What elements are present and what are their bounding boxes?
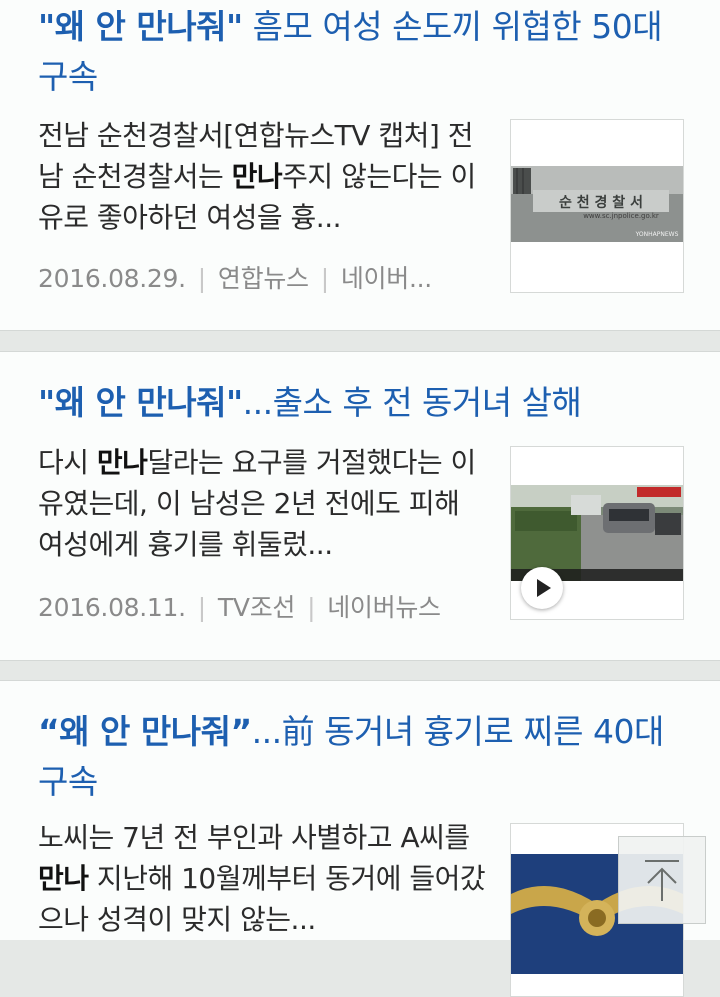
news-snippet: 전남 순천경찰서[연합뉴스TV 캡처] 전남 순천경찰서는 만나주지 않는다는 … (38, 115, 488, 238)
news-meta: 2016.08.29. | 연합뉴스 | 네이버... (38, 264, 432, 293)
news-date: 2016.08.29. (38, 264, 186, 293)
news-date: 2016.08.11. (38, 593, 186, 622)
title-highlight: “왜 안 만나줘” (38, 712, 252, 751)
thumbnail-image: 순 천 경 찰 서 www.sc.jnpolice.go.kr YONHAPNE… (511, 166, 683, 242)
title-text: ...출소 후 전 동거녀 살해 (242, 383, 582, 422)
news-result[interactable]: "왜 안 만나줘"...출소 후 전 동거녀 살해 다시 만나달라는 요구를 거… (0, 351, 720, 661)
news-thumbnail[interactable] (510, 446, 684, 620)
snippet-highlight: 만나 (38, 862, 89, 895)
news-title[interactable]: "왜 안 만나줘"...출소 후 전 동거녀 살해 (38, 378, 688, 428)
news-meta: 2016.08.11. | TV조선 | 네이버뉴스 (38, 593, 441, 622)
snippet-text: 지난해 10월께부터 동거에 들어갔으나 성격이 맞지 않는... (38, 862, 486, 936)
play-icon[interactable] (521, 567, 563, 609)
news-portal-link[interactable]: 네이버... (341, 264, 432, 293)
news-source[interactable]: 연합뉴스 (218, 264, 309, 293)
snippet-highlight: 만나 (96, 446, 148, 479)
snippet-text: 다시 (38, 446, 97, 479)
snippet-highlight: 만나 (231, 160, 283, 193)
news-source[interactable]: TV조선 (218, 593, 295, 622)
news-result[interactable]: "왜 안 만나줘" 흠모 여성 손도끼 위협한 50대 구속 전남 순천경찰서[… (0, 0, 720, 331)
news-snippet: 노씨는 7년 전 부인과 사별하고 A씨를 만나 지난해 10월께부터 동거에 … (38, 817, 488, 940)
news-result[interactable]: “왜 안 만나줘”...前 동거녀 흉기로 찌른 40대 구속 노씨는 7년 전… (0, 680, 720, 997)
scroll-top-button[interactable] (618, 836, 706, 924)
news-portal-link[interactable]: 네이버뉴스 (327, 593, 441, 622)
snippet-text: 노씨는 7년 전 부인과 사별하고 A씨를 (38, 821, 470, 854)
svg-text:YONHAPNEWS: YONHAPNEWS (635, 231, 679, 238)
title-highlight: "왜 안 만나줘" (38, 7, 243, 46)
arrow-up-icon (645, 860, 679, 901)
title-highlight: "왜 안 만나줘" (38, 383, 243, 422)
news-thumbnail[interactable]: 순 천 경 찰 서 www.sc.jnpolice.go.kr YONHAPNE… (510, 119, 684, 293)
news-snippet: 다시 만나달라는 요구를 거절했다는 이유였는데, 이 남성은 2년 전에도 피… (38, 442, 488, 565)
svg-text:순 천 경 찰 서: 순 천 경 찰 서 (559, 194, 643, 211)
svg-text:www.sc.jnpolice.go.kr: www.sc.jnpolice.go.kr (583, 212, 659, 220)
news-title[interactable]: “왜 안 만나줘”...前 동거녀 흉기로 찌른 40대 구속 (38, 707, 688, 807)
news-title[interactable]: "왜 안 만나줘" 흠모 여성 손도끼 위협한 50대 구속 (38, 2, 688, 102)
